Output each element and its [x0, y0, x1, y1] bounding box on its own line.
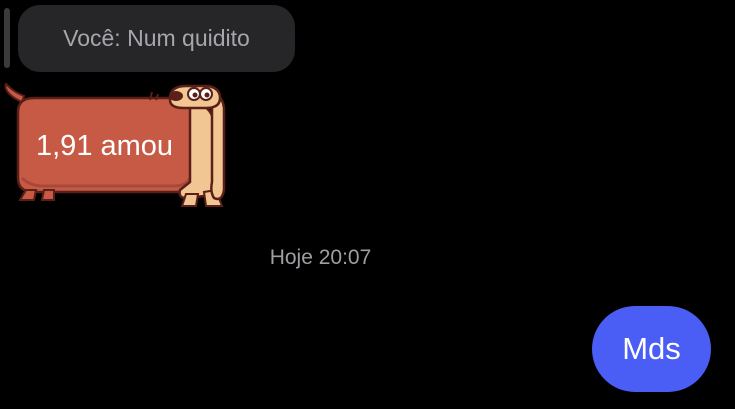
sticker-message-bubble[interactable]: 1,91 amou: [0, 82, 236, 210]
reply-quote-bubble[interactable]: Você: Num quidito: [18, 5, 295, 72]
message-timestamp: Hoje 20:07: [269, 246, 372, 269]
sticker-message-text: 1,91 amou: [36, 130, 174, 162]
reply-quote-text: Você: Num quidito: [63, 25, 250, 51]
sent-message-bubble[interactable]: Mds: [592, 306, 711, 392]
sent-message-text: Mds: [622, 331, 681, 366]
reply-indicator-bar: [4, 8, 10, 68]
